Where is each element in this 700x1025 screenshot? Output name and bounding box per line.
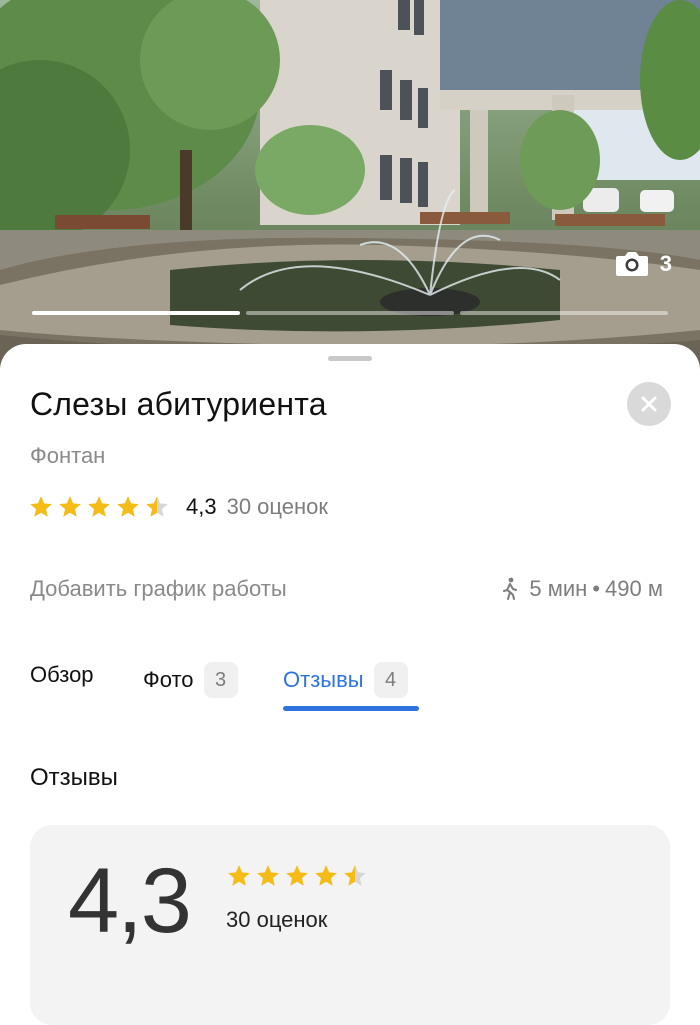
tab-count-badge: 3 — [203, 662, 238, 698]
reviews-rating-value: 4,3 — [68, 850, 192, 952]
close-button[interactable] — [627, 382, 671, 426]
pedestrian-icon — [503, 577, 518, 600]
sheet-drag-handle[interactable] — [328, 356, 372, 361]
tab-label: Обзор — [30, 662, 94, 687]
star-icon — [228, 865, 250, 886]
active-tab-indicator — [283, 706, 419, 711]
walking-route[interactable]: 5 мин • 490 м — [501, 576, 663, 602]
close-icon — [641, 396, 657, 412]
star-icon — [30, 496, 52, 517]
reviews-rating-count: 30 оценок — [226, 907, 328, 932]
tab-bar: Обзор Фото 3 Отзывы 4 — [30, 662, 670, 712]
rating-stars — [28, 494, 170, 520]
separator-dot: • — [592, 576, 601, 601]
reviews-section-title: Отзывы — [30, 764, 118, 791]
photo-progress-segment — [460, 311, 668, 315]
tab-label: Отзывы — [283, 667, 364, 692]
reviews-summary-card: 4,3 30 оценок — [30, 825, 670, 1025]
photo-count-badge[interactable]: 3 — [614, 250, 672, 278]
walk-time: 5 мин — [529, 576, 588, 601]
tab-count-badge: 4 — [373, 662, 408, 698]
photo-progress-segment — [246, 311, 454, 315]
rating-value: 4,3 — [186, 494, 217, 519]
camera-icon — [615, 252, 648, 276]
place-card-sheet: Слезы абитуриента Фонтан 4,3 30 оценок Д… — [0, 344, 700, 1025]
walk-distance: 490 м — [605, 576, 663, 601]
star-icon — [88, 496, 110, 517]
tab-overview[interactable]: Обзор — [30, 662, 94, 688]
place-photo[interactable]: 3 — [0, 0, 700, 372]
tab-reviews[interactable]: Отзывы 4 — [283, 662, 408, 698]
rating-count: 30 оценок — [226, 494, 329, 519]
photo-count-value: 3 — [659, 251, 672, 276]
add-schedule-link[interactable]: Добавить график работы — [30, 576, 287, 602]
photo-illustration — [0, 0, 700, 372]
place-title: Слезы абитуриента — [30, 386, 327, 422]
half-star-icon — [146, 496, 168, 517]
half-star-icon — [344, 865, 366, 886]
reviews-rating-stars — [226, 863, 368, 889]
star-icon — [315, 865, 337, 886]
place-category: Фонтан — [30, 443, 106, 468]
photo-progress — [32, 311, 668, 315]
tab-photos[interactable]: Фото 3 — [143, 662, 238, 698]
photo-progress-segment — [32, 311, 240, 315]
rating-summary[interactable]: 4,3 30 оценок — [28, 494, 328, 520]
star-icon — [59, 496, 81, 517]
star-icon — [117, 496, 139, 517]
star-icon — [286, 865, 308, 886]
star-icon — [257, 865, 279, 886]
tab-label: Фото — [143, 667, 194, 692]
